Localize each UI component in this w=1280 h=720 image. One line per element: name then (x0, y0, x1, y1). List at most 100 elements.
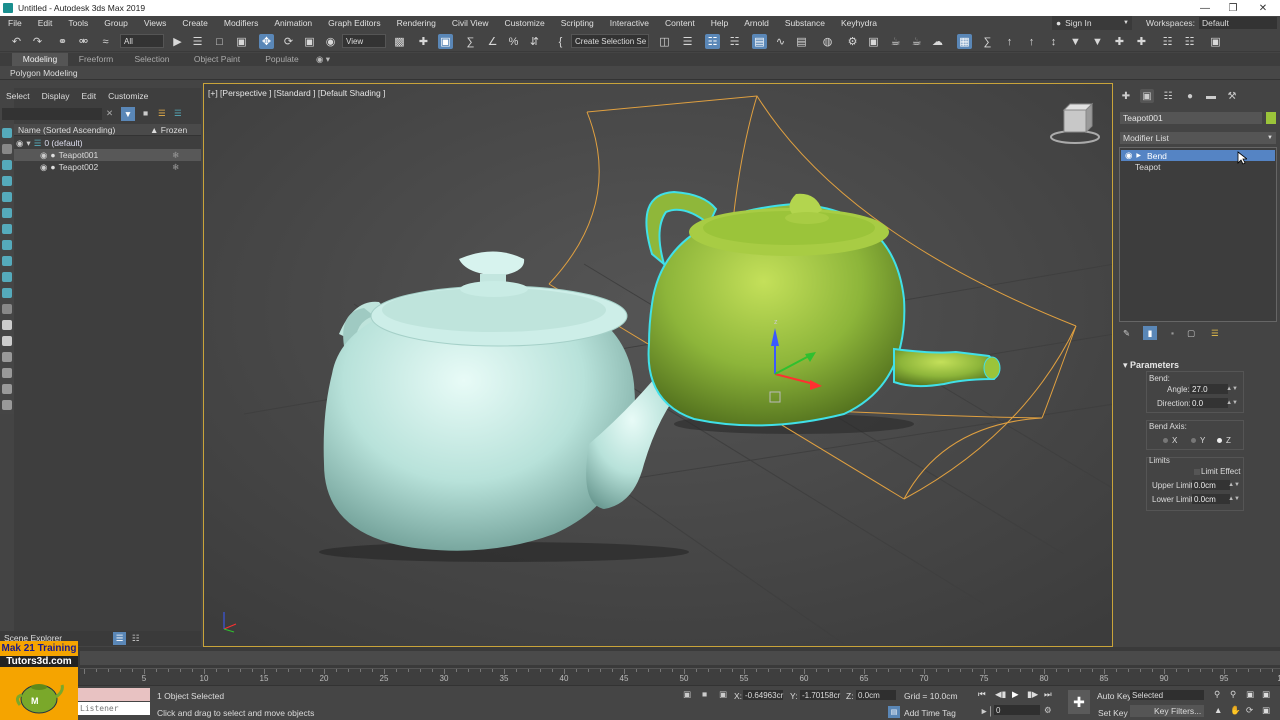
align-icon[interactable]: ☰ (680, 34, 695, 49)
tool-f-icon[interactable]: ▼ (1090, 34, 1105, 49)
motion-tab-icon[interactable]: ● (1183, 89, 1197, 103)
shapes-filter-icon[interactable] (2, 176, 12, 186)
scene-menu-customize[interactable]: Customize (102, 91, 154, 101)
menu-item-interactive[interactable]: Interactive (602, 18, 657, 28)
axis-x-radio[interactable] (1163, 438, 1168, 443)
pivot-center-icon[interactable]: ▩ (392, 34, 407, 49)
reference-coordinate-dropdown[interactable]: View (342, 34, 386, 48)
go-to-end-icon[interactable]: ⏭ (1044, 689, 1052, 700)
lower-limit-arrows[interactable]: ▲▼ (1228, 494, 1240, 504)
tool-i-icon[interactable]: ☷ (1160, 34, 1175, 49)
material-editor-icon[interactable]: ◍ (820, 34, 835, 49)
display-all-icon[interactable] (2, 128, 12, 138)
render-setup-icon[interactable]: ⚙ (845, 34, 860, 49)
scene-menu-select[interactable]: Select (0, 91, 36, 101)
current-frame-field[interactable]: 0 (994, 705, 1040, 715)
x-coordinate-field[interactable]: -0.64963cr (743, 690, 783, 700)
auto-key-button[interactable]: Auto Key (1097, 691, 1132, 701)
display-tab-icon[interactable]: ▬ (1204, 89, 1218, 103)
select-manipulate-icon[interactable]: ✚ (416, 34, 431, 49)
angle-snap-icon[interactable]: ∠ (485, 34, 500, 49)
play-icon[interactable]: ▶ (1012, 689, 1019, 700)
scene-menu-edit[interactable]: Edit (76, 91, 103, 101)
zoom-all-icon[interactable]: ⚲ (1230, 689, 1236, 700)
toggle-ribbon-icon[interactable]: ▤ (752, 34, 767, 49)
close-icon[interactable]: ✕ (1248, 0, 1278, 16)
scene-menu-display[interactable]: Display (36, 91, 76, 101)
go-to-start-icon[interactable]: ⏮ (978, 689, 986, 700)
select-icon[interactable] (2, 400, 12, 410)
y-coordinate-field[interactable]: -1.70158cr (800, 690, 840, 700)
sign-in-button[interactable]: ● Sign In ▼ (1052, 16, 1132, 30)
tool-j-icon[interactable]: ☷ (1182, 34, 1197, 49)
menu-item-graph-editors[interactable]: Graph Editors (320, 18, 388, 28)
menu-item-tools[interactable]: Tools (60, 18, 96, 28)
key-filters-button[interactable]: Key Filters... (1130, 705, 1204, 717)
tool-g-icon[interactable]: ✚ (1112, 34, 1127, 49)
selection-filter-dropdown[interactable]: All (120, 34, 164, 48)
schematic-view-icon[interactable]: ▤ (794, 34, 809, 49)
maxscript-mini-listener[interactable] (78, 688, 150, 701)
menu-item-scripting[interactable]: Scripting (553, 18, 602, 28)
configure-modifier-sets-icon[interactable]: ☰ (1211, 328, 1219, 339)
rendered-frame-window-icon[interactable]: ▣ (866, 34, 881, 49)
filter-funnel-icon[interactable] (2, 384, 12, 394)
spinner-snap-icon[interactable]: ⇵ (527, 34, 542, 49)
display-references-icon[interactable] (2, 368, 12, 378)
ribbon-tab-modeling[interactable]: Modeling (12, 53, 68, 66)
tool-k-icon[interactable]: ▣ (1208, 34, 1223, 49)
scene-search-input[interactable] (2, 108, 102, 120)
limit-effect-checkbox[interactable] (1194, 469, 1200, 475)
time-configuration-icon[interactable]: ⚙ (1044, 705, 1052, 716)
restore-icon[interactable]: ❐ (1218, 0, 1248, 16)
freeze-icon[interactable]: ❄ (172, 150, 179, 161)
tool-h-icon[interactable]: ✚ (1134, 34, 1149, 49)
direction-spinner[interactable]: 0.0 (1190, 398, 1228, 408)
pan-icon[interactable]: ✋ (1230, 705, 1241, 716)
parameters-rollout-title[interactable]: ▾ Parameters (1123, 360, 1179, 371)
ribbon-tab-object-paint[interactable]: Object Paint (180, 53, 254, 66)
workspace-value[interactable]: Default (1198, 17, 1277, 29)
visibility-eye-icon[interactable]: ◉ (40, 162, 47, 173)
select-by-name-icon[interactable]: ☰ (190, 34, 205, 49)
redo-icon[interactable]: ↷ (30, 34, 45, 49)
display-children-icon[interactable] (2, 352, 12, 362)
eye-icon[interactable]: ◉ (1125, 150, 1132, 161)
bind-space-warp-icon[interactable]: ≈ (98, 34, 113, 49)
toggle-layer-explorer-icon[interactable]: ☵ (727, 34, 742, 49)
remove-modifier-icon[interactable]: ▢ (1187, 328, 1195, 339)
selection-set-dropdown[interactable]: Create Selection Se (571, 34, 649, 48)
zoom-extents-all-icon[interactable]: ▣ (1262, 689, 1270, 700)
axis-y-radio[interactable] (1191, 438, 1196, 443)
groups-filter-icon[interactable] (2, 256, 12, 266)
expand-arrow-icon[interactable]: ▶ (1136, 152, 1141, 159)
sort-by-hierarchy-icon[interactable]: ☰ (113, 632, 126, 645)
key-set-dropdown[interactable]: Selected (1130, 690, 1204, 700)
angle-spinner-arrows[interactable]: ▲▼ (1226, 384, 1238, 394)
orbit-icon[interactable]: ⟳ (1246, 705, 1253, 716)
menu-item-create[interactable]: Create (174, 18, 216, 28)
lights-filter-icon[interactable] (2, 192, 12, 202)
tool-c-icon[interactable]: ↑ (1024, 34, 1039, 49)
menu-item-rendering[interactable]: Rendering (389, 18, 444, 28)
object-color-swatch[interactable] (1266, 112, 1276, 124)
isolate-selection-icon[interactable]: ▣ (683, 689, 691, 700)
utilities-tab-icon[interactable]: ⚒ (1225, 89, 1239, 103)
scene-row-teapot001[interactable]: ◉ ● Teapot001 ❄ (14, 149, 201, 161)
curve-editor-icon[interactable]: ∿ (773, 34, 788, 49)
undo-icon[interactable]: ↶ (9, 34, 24, 49)
select-move-icon[interactable]: ✥ (259, 34, 274, 49)
time-tag-icon[interactable]: ▤ (888, 706, 900, 718)
display-none-icon[interactable] (2, 144, 12, 154)
next-frame-icon[interactable]: ▮▶ (1027, 689, 1038, 700)
toggle-scene-explorer-icon[interactable]: ☷ (705, 34, 720, 49)
stack-item-teapot[interactable]: Teapot (1121, 161, 1275, 172)
named-selection-icon[interactable]: { (553, 34, 568, 49)
menu-item-modifiers[interactable]: Modifiers (216, 18, 266, 28)
ribbon-tab-freeform[interactable]: Freeform (68, 53, 124, 66)
modify-tab-icon[interactable]: ▣ (1140, 89, 1154, 103)
hierarchy-tab-icon[interactable]: ☷ (1161, 89, 1175, 103)
percent-snap-icon[interactable]: % (506, 34, 521, 49)
listener-input[interactable]: Listener (78, 702, 150, 715)
zoom-icon[interactable]: ⚲ (1214, 689, 1220, 700)
